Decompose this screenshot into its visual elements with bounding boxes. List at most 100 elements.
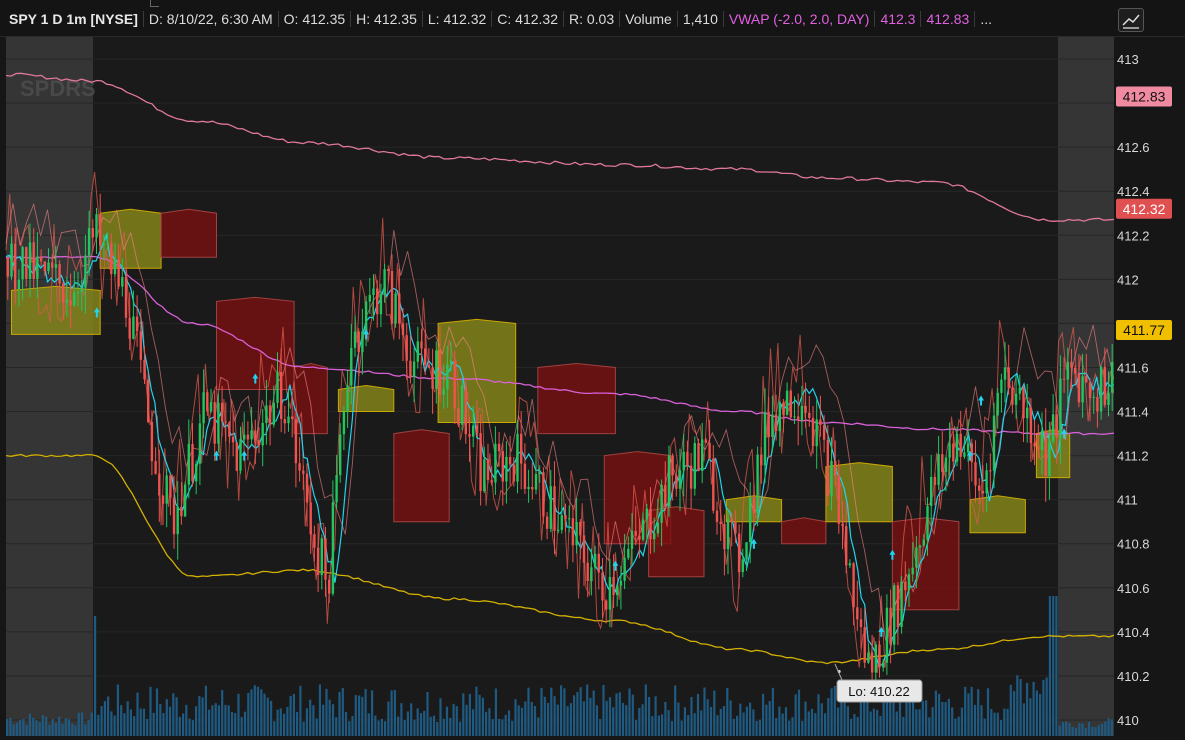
candle-body — [69, 299, 72, 306]
candle-body — [183, 484, 187, 517]
volume-bar — [602, 685, 605, 736]
volume-bar — [87, 719, 90, 736]
candle-body — [99, 214, 102, 246]
candle-body — [737, 533, 741, 573]
volume-bar — [667, 710, 670, 736]
volume-bar — [576, 692, 579, 736]
volume-bar — [993, 712, 996, 736]
candle-body — [158, 473, 161, 496]
y-tick-label: 410.6 — [1117, 581, 1150, 596]
candle-body — [486, 459, 490, 481]
candle-body — [121, 276, 124, 287]
volume-bar — [273, 721, 276, 736]
volume-bar — [553, 696, 556, 736]
candle-body — [294, 419, 298, 464]
candle-body — [734, 521, 737, 534]
vwap-value: 412.3 — [874, 11, 920, 27]
volume-bar — [364, 689, 367, 736]
candle-body — [224, 421, 227, 423]
candle-body — [206, 392, 209, 412]
volume-bar — [472, 709, 475, 736]
candle-body — [353, 331, 357, 348]
volume-bar — [217, 705, 220, 736]
candle-body — [39, 256, 43, 262]
candle-body — [1051, 414, 1055, 442]
volume-bar — [358, 695, 361, 736]
volume-bar — [185, 704, 188, 736]
candle-body — [449, 360, 453, 365]
volume-bar — [35, 720, 38, 736]
volume-bar — [876, 709, 879, 736]
volume-bar — [719, 708, 722, 736]
candle-body — [106, 242, 109, 244]
candle-body — [453, 360, 456, 409]
premarket-shade — [6, 36, 93, 736]
volume-bar — [201, 697, 204, 736]
candle-body — [1014, 393, 1018, 405]
candle-body — [405, 335, 408, 361]
candle-body — [1003, 367, 1007, 380]
volume-bar — [312, 705, 315, 736]
volume-bar — [331, 704, 335, 736]
volume-bar — [677, 702, 680, 736]
volume-bar — [990, 708, 993, 736]
candle-body — [313, 534, 316, 548]
volume-bar — [152, 712, 155, 736]
volume-bar — [856, 716, 859, 736]
candle-body — [856, 607, 859, 620]
volume-bar — [794, 694, 797, 736]
candle-body — [113, 259, 117, 275]
chevron-down-icon[interactable] — [150, 0, 159, 7]
candle-body — [922, 539, 925, 546]
candle-body — [58, 264, 61, 284]
volume-bar — [296, 711, 299, 736]
candle-body — [1092, 396, 1095, 398]
y-tick-label: 410.8 — [1117, 537, 1150, 552]
symbol-label[interactable]: SPY 1 D 1m [NYSE] — [4, 11, 143, 27]
candle-body — [664, 484, 667, 507]
volume-bar — [980, 705, 983, 736]
candle-body — [1048, 441, 1051, 476]
volume-bar — [465, 704, 468, 736]
price-chart[interactable]: SPDRS 410410.2410.4410.6410.8411411.2411… — [0, 0, 1185, 740]
candle-body — [837, 476, 840, 524]
candle-body — [139, 331, 142, 360]
candle-body — [653, 533, 656, 540]
volume-bar — [485, 711, 488, 736]
candle-body — [21, 247, 24, 280]
volume-bar — [481, 697, 484, 736]
vwap-label[interactable]: VWAP (-2.0, 2.0, DAY) — [722, 11, 875, 27]
volume-bar — [149, 686, 152, 736]
candle-body — [774, 414, 778, 432]
volume-bar — [1016, 675, 1019, 736]
volume-bar — [188, 718, 191, 736]
y-tick-label: 412.2 — [1117, 228, 1150, 243]
draw-line-icon — [1122, 14, 1140, 29]
volume-bar — [706, 699, 709, 736]
volume-bar — [736, 715, 739, 736]
volume-bar — [475, 686, 478, 736]
volume-bar — [1006, 708, 1009, 736]
candle-body — [17, 279, 21, 290]
candle-body — [752, 497, 756, 513]
volume-bar — [243, 711, 247, 736]
volume-bar — [32, 717, 35, 736]
candle-body — [161, 495, 165, 504]
candle-body — [1107, 392, 1110, 405]
candle-body — [767, 412, 770, 438]
volume-bar — [644, 684, 647, 736]
candle-body — [678, 470, 682, 489]
candle-body — [420, 341, 423, 349]
more-button[interactable]: ... — [974, 11, 997, 27]
drawing-tool-button[interactable] — [1118, 8, 1144, 32]
volume-bar — [771, 687, 774, 736]
volume-bar — [833, 686, 836, 736]
candle-body — [782, 402, 785, 415]
candle-body — [863, 627, 866, 663]
candle-body — [36, 256, 39, 280]
candle-body — [553, 486, 556, 531]
volume-bar — [77, 712, 80, 736]
candle-body — [952, 443, 955, 462]
candle-body — [586, 562, 589, 581]
candle-body — [165, 475, 168, 504]
